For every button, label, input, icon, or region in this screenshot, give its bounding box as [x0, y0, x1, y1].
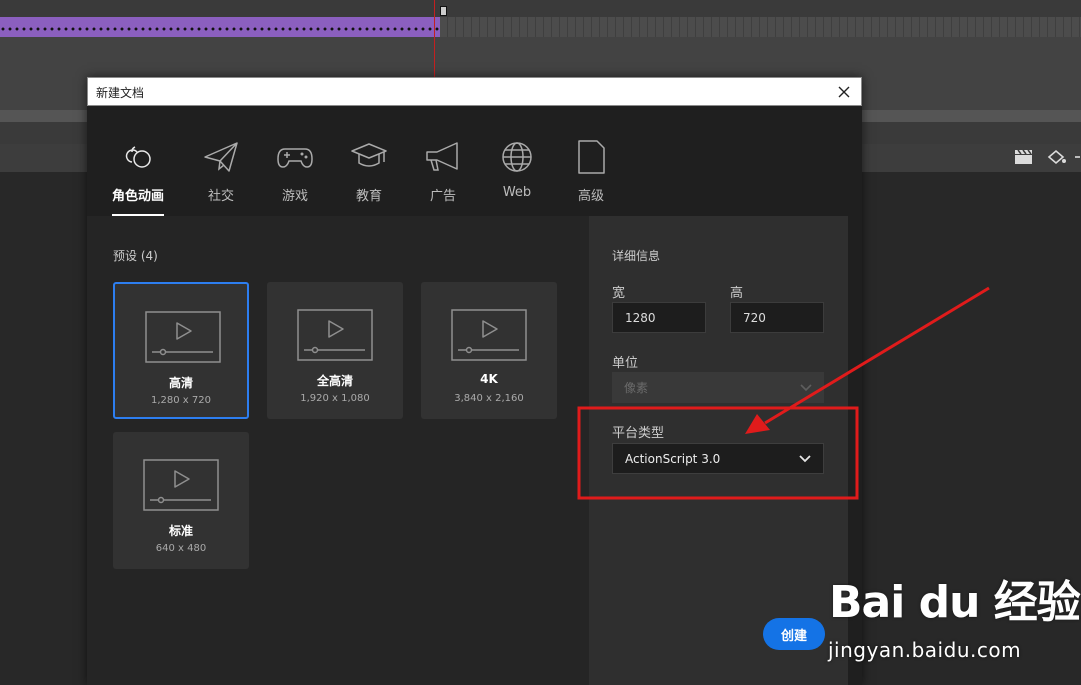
preset-name: 4K [480, 372, 498, 386]
tab-label: 教育 [355, 189, 382, 204]
preset-card[interactable]: 高清 1,280 x 720 [113, 282, 249, 419]
preset-size: 1,280 x 720 [151, 395, 211, 406]
new-document-dialog: 新建文档 角色动画 社交 游戏 教育 广告 Web 高级 预设 (4) 高清 1… [87, 77, 862, 685]
preset-size: 640 x 480 [155, 543, 207, 554]
dialog-title: 新建文档 [96, 86, 145, 100]
presets-heading: 预设 (4) [113, 249, 158, 263]
close-icon [838, 86, 850, 98]
paper-plane-icon [204, 142, 238, 172]
paint-bucket-icon[interactable] [1046, 149, 1068, 165]
graduation-cap-icon [351, 143, 387, 167]
video-preset-icon [451, 309, 527, 361]
tab-web[interactable]: Web [485, 139, 549, 200]
clapperboard-icon[interactable] [1014, 149, 1034, 165]
playhead[interactable] [434, 0, 435, 78]
preset-name: 全高清 [316, 374, 353, 388]
platform-select[interactable]: ActionScript 3.0 [612, 443, 824, 474]
preset-card[interactable]: 标准 640 x 480 [113, 432, 249, 569]
unit-label: 单位 [612, 356, 639, 371]
platform-value: ActionScript 3.0 [625, 451, 721, 466]
tab-label: 广告 [429, 189, 456, 204]
width-input[interactable] [612, 302, 706, 333]
timeline-header [0, 0, 1081, 17]
preset-size: 1,920 x 1,080 [300, 393, 370, 404]
tab-label: 角色动画 [111, 189, 164, 204]
preset-card[interactable]: 4K 3,840 x 2,160 [421, 282, 557, 419]
timeline-frame-span[interactable] [0, 17, 440, 37]
tab-label: Web [502, 185, 532, 200]
tab-games[interactable]: 游戏 [263, 139, 327, 204]
video-preset-icon [297, 309, 373, 361]
baidu-watermark: Bai du 经验 jingyan.baidu.com [823, 566, 1081, 685]
tab-advertising[interactable]: 广告 [411, 139, 475, 204]
height-input[interactable] [730, 302, 824, 333]
platform-label: 平台类型 [612, 426, 665, 441]
details-panel: 详细信息 宽 高 单位 像素 平台类型 ActionScript 3.0 [589, 216, 848, 685]
video-preset-icon [143, 459, 219, 511]
megaphone-icon [426, 142, 458, 171]
tab-label: 游戏 [281, 189, 308, 204]
preset-name: 高清 [168, 376, 193, 390]
chevron-down-icon [800, 383, 812, 391]
unit-select: 像素 [612, 372, 824, 403]
video-preset-icon [145, 311, 221, 363]
dialog-titlebar: 新建文档 [87, 77, 862, 106]
timeline-keyframe[interactable] [440, 6, 447, 16]
more-icon[interactable] [1074, 149, 1081, 165]
tab-advanced[interactable]: 高级 [559, 139, 623, 204]
details-heading: 详细信息 [612, 249, 661, 263]
document-icon [578, 140, 605, 174]
tab-social[interactable]: 社交 [189, 139, 253, 204]
gamepad-icon [277, 148, 313, 168]
preset-name: 标准 [168, 524, 193, 538]
preset-card[interactable]: 全高清 1,920 x 1,080 [267, 282, 403, 419]
tab-label: 社交 [207, 189, 234, 204]
close-button[interactable] [833, 81, 855, 103]
tab-character-animation[interactable]: 角色动画 [106, 139, 170, 204]
globe-icon [502, 142, 532, 172]
presets-panel: 预设 (4) 高清 1,280 x 720 全高清 1,920 x 1,080 [87, 216, 589, 685]
watermark-url: jingyan.baidu.com [828, 638, 1022, 662]
height-label: 高 [730, 286, 744, 301]
preset-size: 3,840 x 2,160 [454, 393, 524, 404]
tab-education[interactable]: 教育 [337, 139, 401, 204]
watermark-logo: Bai du 经验 [829, 577, 1081, 628]
unit-value: 像素 [624, 381, 649, 395]
tab-label: 高级 [577, 189, 604, 204]
character-animation-icon [125, 146, 151, 168]
create-button[interactable]: 创建 [763, 618, 825, 650]
width-label: 宽 [612, 286, 626, 301]
chevron-down-icon [799, 454, 811, 462]
